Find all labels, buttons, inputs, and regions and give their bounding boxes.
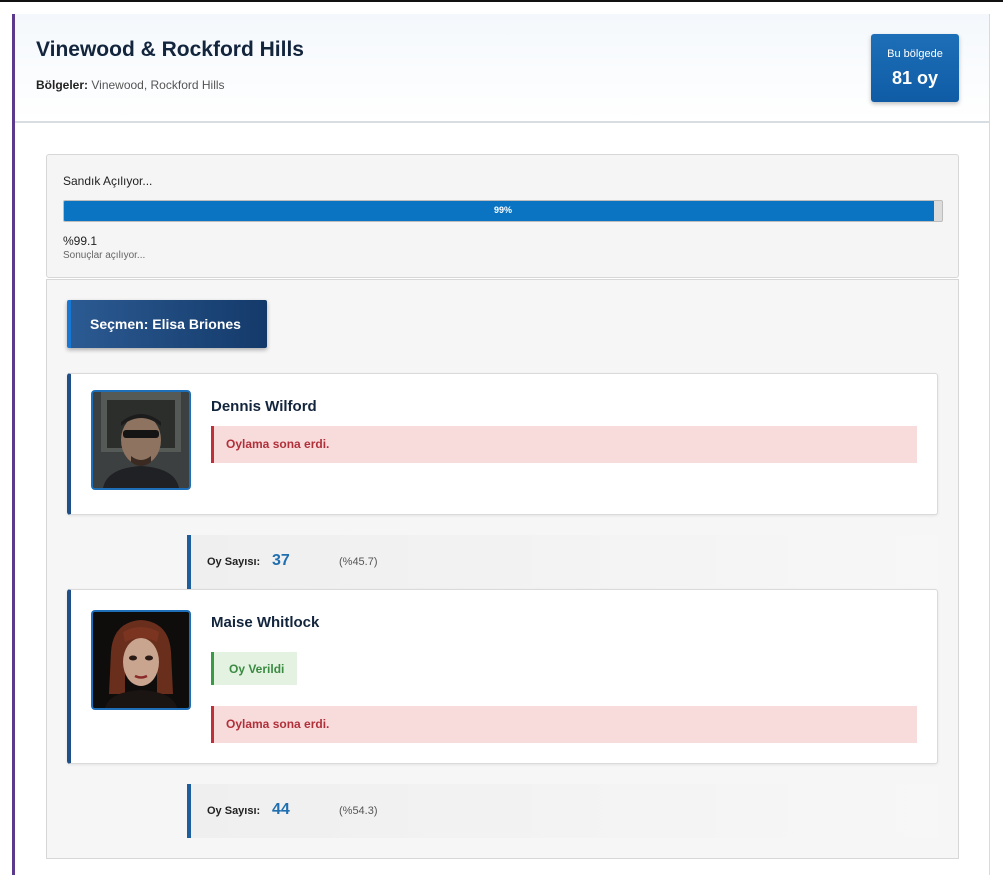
vote-count-row: Oy Sayısı: 44 (%54.3) [187, 784, 938, 838]
candidate-avatar [91, 390, 191, 490]
voter-label: Seçmen: Elisa Briones [90, 316, 241, 332]
progress-subtext: Sonuçlar açılıyor... [63, 250, 146, 261]
voting-ended-text: Oylama sona erdi. [226, 717, 330, 731]
voter-badge: Seçmen: Elisa Briones [67, 300, 267, 348]
vote-count-row: Oy Sayısı: 37 (%45.7) [187, 535, 938, 589]
regions-label: Bölgeler: [36, 78, 89, 92]
voted-badge: Oy Verildi [211, 652, 297, 685]
vote-count-label: Oy Sayısı: [207, 556, 261, 568]
voted-text: Oy Verildi [229, 662, 285, 676]
candidate-card[interactable]: Maise Whitlock Oy Verildi Oylama sona er… [67, 589, 938, 764]
candidate-name: Dennis Wilford [211, 398, 317, 415]
avatar-portrait-icon [93, 612, 189, 708]
ballot-progress-card: Sandık Açılıyor... 99% %99.1 Sonuçlar aç… [46, 154, 959, 278]
district-header: Vinewood & Rockford Hills Bölgeler: Vine… [15, 14, 989, 123]
district-vote-caption: Bu bölgede [887, 48, 943, 60]
progress-percent: %99.1 [63, 234, 98, 248]
page-title: Vinewood & Rockford Hills [36, 38, 304, 61]
window-top-border [0, 0, 1003, 2]
voting-ended-alert: Oylama sona erdi. [211, 706, 917, 743]
vote-count-value: 37 [272, 552, 290, 569]
voting-ended-alert: Oylama sona erdi. [211, 426, 917, 463]
district-vote-count-box: Bu bölgede 81 oy [871, 34, 959, 102]
vote-count-label: Oy Sayısı: [207, 805, 261, 817]
progress-bar-text: 99% [493, 205, 512, 215]
progress-bar: 99% [63, 200, 943, 222]
candidate-card[interactable]: Dennis Wilford Oylama sona erdi. [67, 373, 938, 515]
district-vote-total: 81 oy [891, 68, 939, 88]
regions-value: Vinewood, Rockford Hills [91, 78, 225, 92]
vote-count-percent: (%54.3) [339, 805, 378, 817]
progress-label: Sandık Açılıyor... [63, 174, 153, 188]
avatar-portrait-icon [93, 392, 189, 488]
vote-count-percent: (%45.7) [339, 556, 378, 568]
vote-count-value: 44 [272, 801, 290, 818]
candidate-avatar [91, 610, 191, 710]
candidate-name: Maise Whitlock [211, 614, 320, 631]
voting-ended-text: Oylama sona erdi. [226, 437, 330, 451]
regions-line: Bölgeler: Vinewood, Rockford Hills [36, 78, 225, 92]
